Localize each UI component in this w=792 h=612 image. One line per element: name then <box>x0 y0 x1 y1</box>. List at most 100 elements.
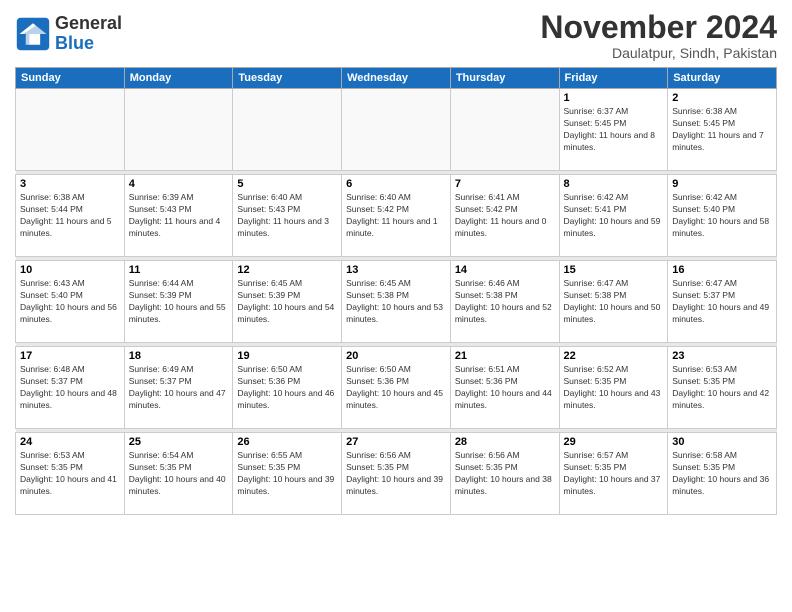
day-cell-5-3: 26Sunrise: 6:55 AMSunset: 5:35 PMDayligh… <box>233 433 342 515</box>
day-cell-1-1 <box>16 89 125 171</box>
day-info: Sunrise: 6:54 AMSunset: 5:35 PMDaylight:… <box>129 450 229 498</box>
day-cell-4-3: 19Sunrise: 6:50 AMSunset: 5:36 PMDayligh… <box>233 347 342 429</box>
day-number: 28 <box>455 436 555 448</box>
day-info: Sunrise: 6:46 AMSunset: 5:38 PMDaylight:… <box>455 278 555 326</box>
day-number: 21 <box>455 350 555 362</box>
day-number: 8 <box>564 178 664 190</box>
day-number: 13 <box>346 264 446 276</box>
day-number: 27 <box>346 436 446 448</box>
day-cell-4-2: 18 Sunrise: 6:49 AMSunset: 5:37 PMDayligh… <box>124 347 233 429</box>
day-cell-2-1: 3Sunrise: 6:38 AMSunset: 5:44 PMDaylight… <box>16 175 125 257</box>
day-cell-2-3: 5 Sunrise: 6:40 AMSunset: 5:43 PMDaylight… <box>233 175 342 257</box>
header-tuesday: Tuesday <box>233 68 342 89</box>
day-number: 25 <box>129 436 229 448</box>
day-info: Sunrise: 6:57 AMSunset: 5:35 PMDaylight:… <box>564 450 664 498</box>
week-row-1: 1 Sunrise: 6:37 AMSunset: 5:45 PMDaylight… <box>16 89 777 171</box>
day-cell-4-5: 21 Sunrise: 6:51 AMSunset: 5:36 PMDayligh… <box>450 347 559 429</box>
day-cell-5-6: 29 Sunrise: 6:57 AMSunset: 5:35 PMDayligh… <box>559 433 668 515</box>
day-cell-1-6: 1 Sunrise: 6:37 AMSunset: 5:45 PMDaylight… <box>559 89 668 171</box>
week-row-3: 10 Sunrise: 6:43 AMSunset: 5:40 PMDayligh… <box>16 261 777 343</box>
logo-text: General Blue <box>55 14 122 54</box>
day-number: 29 <box>564 436 664 448</box>
day-number: 16 <box>672 264 772 276</box>
day-number: 23 <box>672 350 772 362</box>
header-wednesday: Wednesday <box>342 68 451 89</box>
day-number: 14 <box>455 264 555 276</box>
day-info: Sunrise: 6:38 AMSunset: 5:44 PMDaylight:… <box>20 192 120 240</box>
day-info: Sunrise: 6:45 AMSunset: 5:38 PMDaylight:… <box>346 278 446 326</box>
day-info: Sunrise: 6:53 AMSunset: 5:35 PMDaylight:… <box>20 450 120 498</box>
day-info: Sunrise: 6:47 AMSunset: 5:38 PMDaylight:… <box>564 278 664 326</box>
day-cell-2-6: 8 Sunrise: 6:42 AMSunset: 5:41 PMDaylight… <box>559 175 668 257</box>
day-info: Sunrise: 6:44 AMSunset: 5:39 PMDaylight:… <box>129 278 229 326</box>
day-info: Sunrise: 6:50 AMSunset: 5:36 PMDaylight:… <box>346 364 446 412</box>
month-title: November 2024 <box>540 10 777 45</box>
day-info: Sunrise: 6:51 AMSunset: 5:36 PMDaylight:… <box>455 364 555 412</box>
day-info: Sunrise: 6:55 AMSunset: 5:35 PMDaylight:… <box>237 450 337 498</box>
header-monday: Monday <box>124 68 233 89</box>
day-number: 2 <box>672 92 772 104</box>
day-number: 17 <box>20 350 120 362</box>
day-info: Sunrise: 6:37 AMSunset: 5:45 PMDaylight:… <box>564 106 664 154</box>
header: General Blue November 2024 Daulatpur, Si… <box>15 10 777 61</box>
day-cell-5-5: 28 Sunrise: 6:56 AMSunset: 5:35 PMDayligh… <box>450 433 559 515</box>
day-cell-1-5 <box>450 89 559 171</box>
day-number: 30 <box>672 436 772 448</box>
day-info: Sunrise: 6:50 AMSunset: 5:36 PMDaylight:… <box>237 364 337 412</box>
day-info: Sunrise: 6:53 AMSunset: 5:35 PMDaylight:… <box>672 364 772 412</box>
week-row-4: 17Sunrise: 6:48 AMSunset: 5:37 PMDayligh… <box>16 347 777 429</box>
day-info: Sunrise: 6:42 AMSunset: 5:40 PMDaylight:… <box>672 192 772 240</box>
day-info: Sunrise: 6:39 AMSunset: 5:43 PMDaylight:… <box>129 192 229 240</box>
day-cell-4-7: 23 Sunrise: 6:53 AMSunset: 5:35 PMDayligh… <box>668 347 777 429</box>
page: General Blue November 2024 Daulatpur, Si… <box>0 0 792 612</box>
day-info: Sunrise: 6:42 AMSunset: 5:41 PMDaylight:… <box>564 192 664 240</box>
logo-name1: General <box>55 14 122 34</box>
day-cell-5-7: 30Sunrise: 6:58 AMSunset: 5:35 PMDayligh… <box>668 433 777 515</box>
day-cell-3-4: 13 Sunrise: 6:45 AMSunset: 5:38 PMDayligh… <box>342 261 451 343</box>
day-cell-1-2 <box>124 89 233 171</box>
day-info: Sunrise: 6:43 AMSunset: 5:40 PMDaylight:… <box>20 278 120 326</box>
day-number: 22 <box>564 350 664 362</box>
day-number: 20 <box>346 350 446 362</box>
logo: General Blue <box>15 14 122 54</box>
day-number: 5 <box>237 178 337 190</box>
day-cell-3-5: 14 Sunrise: 6:46 AMSunset: 5:38 PMDayligh… <box>450 261 559 343</box>
header-saturday: Saturday <box>668 68 777 89</box>
day-info: Sunrise: 6:47 AMSunset: 5:37 PMDaylight:… <box>672 278 772 326</box>
header-sunday: Sunday <box>16 68 125 89</box>
day-number: 10 <box>20 264 120 276</box>
day-cell-4-4: 20 Sunrise: 6:50 AMSunset: 5:36 PMDayligh… <box>342 347 451 429</box>
weekday-header-row: Sunday Monday Tuesday Wednesday Thursday… <box>16 68 777 89</box>
day-number: 1 <box>564 92 664 104</box>
day-number: 6 <box>346 178 446 190</box>
day-cell-5-2: 25 Sunrise: 6:54 AMSunset: 5:35 PMDayligh… <box>124 433 233 515</box>
day-number: 18 <box>129 350 229 362</box>
header-friday: Friday <box>559 68 668 89</box>
day-cell-1-3 <box>233 89 342 171</box>
day-info: Sunrise: 6:45 AMSunset: 5:39 PMDaylight:… <box>237 278 337 326</box>
day-cell-3-1: 10 Sunrise: 6:43 AMSunset: 5:40 PMDayligh… <box>16 261 125 343</box>
day-cell-2-5: 7 Sunrise: 6:41 AMSunset: 5:42 PMDaylight… <box>450 175 559 257</box>
location: Daulatpur, Sindh, Pakistan <box>540 45 777 61</box>
day-cell-2-2: 4Sunrise: 6:39 AMSunset: 5:43 PMDaylight… <box>124 175 233 257</box>
day-info: Sunrise: 6:40 AMSunset: 5:43 PMDaylight:… <box>237 192 337 240</box>
day-info: Sunrise: 6:56 AMSunset: 5:35 PMDaylight:… <box>455 450 555 498</box>
day-info: Sunrise: 6:41 AMSunset: 5:42 PMDaylight:… <box>455 192 555 240</box>
day-info: Sunrise: 6:38 AMSunset: 5:45 PMDaylight:… <box>672 106 772 154</box>
day-cell-1-7: 2 Sunrise: 6:38 AMSunset: 5:45 PMDaylight… <box>668 89 777 171</box>
day-cell-2-4: 6 Sunrise: 6:40 AMSunset: 5:42 PMDaylight… <box>342 175 451 257</box>
day-info: Sunrise: 6:49 AMSunset: 5:37 PMDaylight:… <box>129 364 229 412</box>
week-row-2: 3Sunrise: 6:38 AMSunset: 5:44 PMDaylight… <box>16 175 777 257</box>
header-thursday: Thursday <box>450 68 559 89</box>
day-cell-3-3: 12Sunrise: 6:45 AMSunset: 5:39 PMDayligh… <box>233 261 342 343</box>
day-number: 7 <box>455 178 555 190</box>
day-info: Sunrise: 6:56 AMSunset: 5:35 PMDaylight:… <box>346 450 446 498</box>
day-cell-4-1: 17Sunrise: 6:48 AMSunset: 5:37 PMDayligh… <box>16 347 125 429</box>
day-cell-3-7: 16 Sunrise: 6:47 AMSunset: 5:37 PMDayligh… <box>668 261 777 343</box>
day-cell-2-7: 9Sunrise: 6:42 AMSunset: 5:40 PMDaylight… <box>668 175 777 257</box>
day-cell-5-4: 27 Sunrise: 6:56 AMSunset: 5:35 PMDayligh… <box>342 433 451 515</box>
calendar-table: Sunday Monday Tuesday Wednesday Thursday… <box>15 67 777 515</box>
day-number: 11 <box>129 264 229 276</box>
day-info: Sunrise: 6:40 AMSunset: 5:42 PMDaylight:… <box>346 192 446 240</box>
day-cell-5-1: 24Sunrise: 6:53 AMSunset: 5:35 PMDayligh… <box>16 433 125 515</box>
